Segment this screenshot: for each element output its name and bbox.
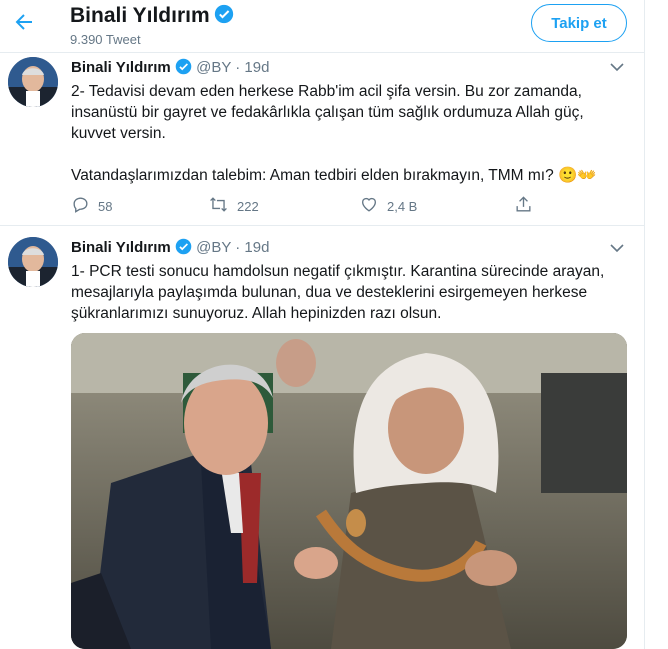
chevron-down-icon[interactable]: [610, 240, 624, 256]
tweet-text-paragraph: 2- Tedavisi devam eden herkese Rabb'im a…: [71, 83, 584, 142]
reply-count: 58: [98, 198, 113, 214]
verified-badge-icon: [175, 58, 192, 79]
tweet-text-paragraph: Vatandaşlarımızdan talebim: Aman tedbiri…: [71, 167, 597, 184]
author-name[interactable]: Binali Yıldırım: [71, 239, 171, 256]
tweet-photo[interactable]: [71, 333, 627, 649]
separator: ·: [235, 239, 241, 256]
separator: ·: [235, 59, 241, 76]
share-icon: [514, 195, 533, 217]
heart-icon: [359, 195, 379, 217]
retweet-count: 222: [237, 198, 259, 214]
reply-button[interactable]: 58: [71, 195, 112, 217]
tweet-meta: Binali Yıldırım @BY · 19d: [71, 58, 269, 79]
tweet-count: 9.390 Tweet: [70, 32, 141, 47]
back-arrow-icon[interactable]: [12, 10, 36, 34]
tweet-text: 1- PCR testi sonucu hamdolsun negatif çı…: [71, 263, 605, 322]
author-handle[interactable]: @BY: [196, 59, 231, 76]
profile-name-text: Binali Yıldırım: [70, 4, 210, 27]
retweet-icon: [208, 195, 229, 217]
tweet-meta: Binali Yıldırım @BY · 19d: [71, 238, 269, 259]
profile-header: Binali Yıldırım 9.390 Tweet Takip et: [0, 0, 644, 53]
follow-button[interactable]: Takip et: [531, 4, 627, 42]
column-divider: [644, 0, 645, 649]
share-button[interactable]: [514, 195, 533, 217]
like-button[interactable]: 2,4 B: [359, 195, 417, 217]
tweet-time[interactable]: 19d: [244, 59, 269, 76]
verified-badge-icon: [175, 238, 192, 259]
author-handle[interactable]: @BY: [196, 239, 231, 256]
avatar[interactable]: [8, 237, 58, 287]
chevron-down-icon[interactable]: [610, 59, 624, 75]
tweet-item[interactable]: Binali Yıldırım @BY · 19d 2- Tedavisi de…: [0, 53, 644, 226]
retweet-button[interactable]: 222: [208, 195, 259, 217]
profile-name: Binali Yıldırım: [70, 4, 234, 30]
tweet-text: 2- Tedavisi devam eden herkese Rabb'im a…: [71, 81, 631, 186]
reply-icon: [71, 195, 90, 217]
tweet-actions: 58 222 2,4 B: [71, 195, 551, 217]
tweet-time[interactable]: 19d: [244, 239, 269, 256]
avatar[interactable]: [8, 57, 58, 107]
verified-badge-icon: [214, 4, 234, 30]
author-name[interactable]: Binali Yıldırım: [71, 59, 171, 76]
like-count: 2,4 B: [387, 198, 418, 214]
